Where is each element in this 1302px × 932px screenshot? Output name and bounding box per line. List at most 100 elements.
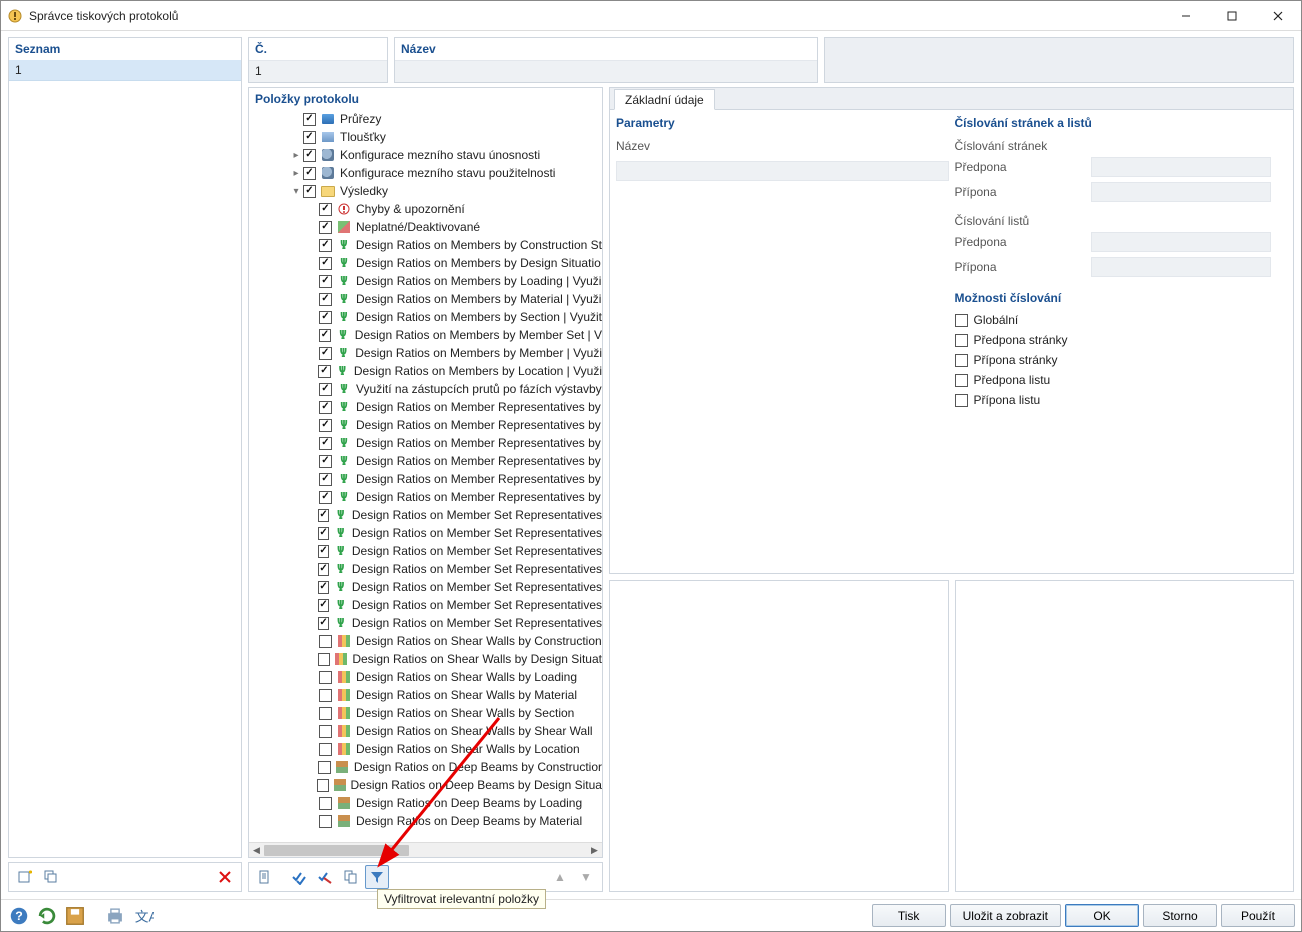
minimize-button[interactable] [1163,1,1209,30]
tree-checkbox[interactable] [303,167,316,180]
tree-node[interactable]: ΨDesign Ratios on Member Set Representat… [249,506,602,524]
page-prefix-field[interactable] [1091,157,1271,177]
protocol-tree[interactable]: PrůřezyTloušťky▸Konfigurace mezního stav… [249,110,602,842]
tree-checkbox[interactable] [319,311,332,324]
tree-checkbox[interactable] [319,401,332,414]
param-name-field[interactable] [616,161,949,181]
tree-checkbox[interactable] [319,203,332,216]
tree-node[interactable]: ΨDesign Ratios on Member Set Representat… [249,524,602,542]
apply-button[interactable]: Použít [1221,904,1295,927]
tree-checkbox[interactable] [319,221,332,234]
tree-checkbox[interactable] [303,149,316,162]
move-down-button[interactable]: ▼ [574,865,598,889]
tree-checkbox[interactable] [319,239,332,252]
tree-node[interactable]: ΨDesign Ratios on Member Representatives… [249,416,602,434]
tree-checkbox[interactable] [318,509,330,522]
scroll-thumb[interactable] [264,845,409,856]
tree-node[interactable]: Design Ratios on Shear Walls by Construc… [249,632,602,650]
numbering-option[interactable]: Předpona listu [955,370,1288,390]
numbering-option[interactable]: Předpona stránky [955,330,1288,350]
ok-button[interactable]: OK [1065,904,1139,927]
refresh-button[interactable] [35,904,59,928]
tree-checkbox[interactable] [319,437,332,450]
tree-checkbox[interactable] [319,383,332,396]
doc-view-button[interactable] [253,865,277,889]
tree-checkbox[interactable] [319,257,332,270]
tree-checkbox[interactable] [319,635,332,648]
tree-node[interactable]: Design Ratios on Deep Beams by Construct… [249,758,602,776]
tree-node[interactable]: Design Ratios on Deep Beams by Material [249,812,602,830]
uncheck-all-button[interactable] [313,865,337,889]
list-item[interactable]: 1 [9,60,241,81]
tree-checkbox[interactable] [318,599,330,612]
sheet-suffix-field[interactable] [1091,257,1271,277]
tree-node[interactable]: Chyby & upozornění [249,200,602,218]
tree-node[interactable]: ΨDesign Ratios on Member Set Representat… [249,560,602,578]
tree-checkbox[interactable] [319,347,332,360]
option-checkbox[interactable] [955,394,968,407]
copy-settings-button[interactable] [339,865,363,889]
tree-checkbox[interactable] [318,563,330,576]
maximize-button[interactable] [1209,1,1255,30]
tree-node[interactable]: ▸Konfigurace mezního stavu únosnosti [249,146,602,164]
tree-checkbox[interactable] [318,545,330,558]
tree-checkbox[interactable] [319,815,332,828]
close-button[interactable] [1255,1,1301,30]
print-settings-button[interactable] [103,904,127,928]
scroll-track[interactable] [264,843,587,858]
language-button[interactable]: 文A [131,904,155,928]
delete-protocol-button[interactable] [213,865,237,889]
tree-node[interactable]: ΨDesign Ratios on Member Set Representat… [249,614,602,632]
tree-node[interactable]: ΨDesign Ratios on Members by Section | V… [249,308,602,326]
tree-node[interactable]: Design Ratios on Shear Walls by Location [249,740,602,758]
page-suffix-field[interactable] [1091,182,1271,202]
tree-node[interactable]: Design Ratios on Deep Beams by Design Si… [249,776,602,794]
tree-checkbox[interactable] [303,131,316,144]
tree-node[interactable]: ▾Výsledky [249,182,602,200]
tree-node[interactable]: ΨDesign Ratios on Members by Constructio… [249,236,602,254]
tree-checkbox[interactable] [319,329,332,342]
expand-icon[interactable]: ▸ [289,150,303,161]
tree-checkbox[interactable] [319,473,332,486]
duplicate-protocol-button[interactable] [39,865,63,889]
tree-node[interactable]: ΨDesign Ratios on Members by Member Set … [249,326,602,344]
tree-checkbox[interactable] [319,275,332,288]
tree-node[interactable]: ΨDesign Ratios on Member Set Representat… [249,542,602,560]
tree-node[interactable]: Průřezy [249,110,602,128]
tree-checkbox[interactable] [303,113,316,126]
tree-node[interactable]: Design Ratios on Shear Walls by Shear Wa… [249,722,602,740]
tree-checkbox[interactable] [318,365,330,378]
seznam-list[interactable]: 1 [9,60,241,857]
tree-checkbox[interactable] [319,419,332,432]
cancel-button[interactable]: Storno [1143,904,1217,927]
tree-node[interactable]: Design Ratios on Deep Beams by Loading [249,794,602,812]
tree-node[interactable]: ΨDesign Ratios on Member Representatives… [249,452,602,470]
tree-node[interactable]: ΨDesign Ratios on Member Set Representat… [249,596,602,614]
tree-node[interactable]: Design Ratios on Shear Walls by Section [249,704,602,722]
tree-checkbox[interactable] [319,671,332,684]
tree-node[interactable]: Design Ratios on Shear Walls by Loading [249,668,602,686]
tree-node[interactable]: ΨDesign Ratios on Members by Design Situ… [249,254,602,272]
tree-node[interactable]: ΨDesign Ratios on Member Representatives… [249,488,602,506]
move-up-button[interactable]: ▲ [548,865,572,889]
tree-checkbox[interactable] [318,527,330,540]
option-checkbox[interactable] [955,354,968,367]
tree-checkbox[interactable] [318,581,330,594]
save-and-show-button[interactable]: Uložit a zobrazit [950,904,1061,927]
tree-checkbox[interactable] [319,725,332,738]
tree-node[interactable]: ΨDesign Ratios on Member Representatives… [249,398,602,416]
filter-irrelevant-button[interactable] [365,865,389,889]
tree-node[interactable]: ΨDesign Ratios on Member Representatives… [249,470,602,488]
option-checkbox[interactable] [955,334,968,347]
numbering-option[interactable]: Globální [955,310,1288,330]
sheet-prefix-field[interactable] [1091,232,1271,252]
option-checkbox[interactable] [955,314,968,327]
tree-hscrollbar[interactable]: ◀ ▶ [249,842,602,857]
tab-basic-data[interactable]: Základní údaje [614,89,715,110]
scroll-right-icon[interactable]: ▶ [587,843,602,858]
tree-node[interactable]: ▸Konfigurace mezního stavu použitelnosti [249,164,602,182]
option-checkbox[interactable] [955,374,968,387]
expand-icon[interactable]: ▸ [289,168,303,179]
tree-node[interactable]: ΨDesign Ratios on Members by Loading | V… [249,272,602,290]
tree-checkbox[interactable] [303,185,316,198]
